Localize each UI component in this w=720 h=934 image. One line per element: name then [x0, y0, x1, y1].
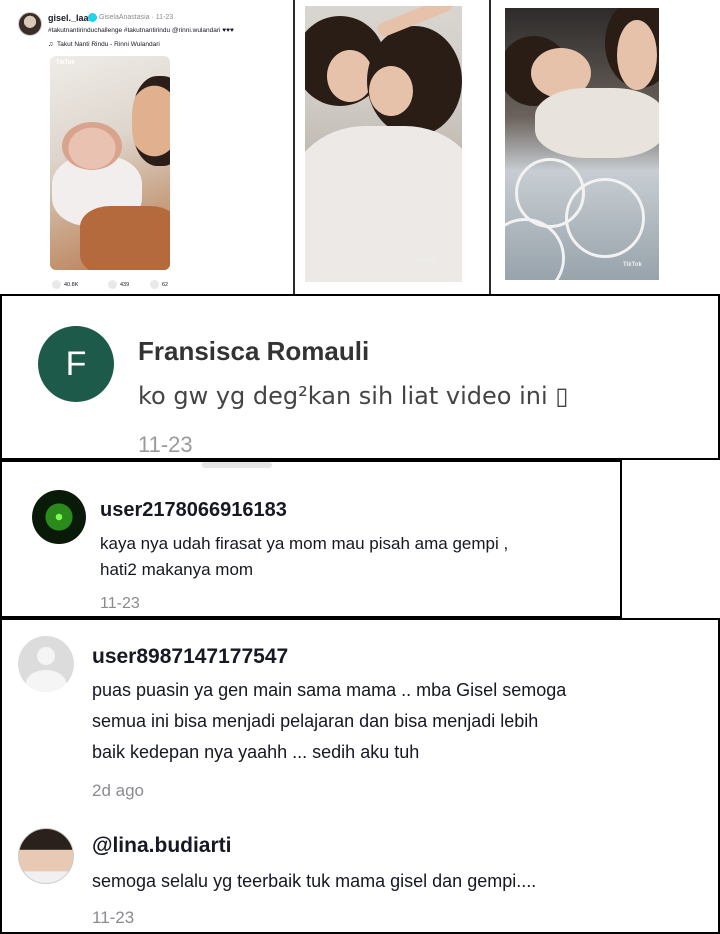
- comment-text-line: semua ini bisa menjadi pelajaran dan bis…: [92, 711, 539, 731]
- heart-icon[interactable]: [52, 280, 61, 289]
- like-count: 40.8K: [64, 282, 79, 288]
- video-frame-2: TikTok: [491, 0, 720, 294]
- share-count: 62: [162, 282, 169, 288]
- avatar[interactable]: F: [38, 326, 114, 402]
- share-icon[interactable]: [150, 280, 159, 289]
- face-shape: [327, 50, 373, 102]
- avatar-initial: F: [65, 344, 87, 383]
- comment-date: 11-23: [100, 595, 140, 612]
- comment-item: F Fransisca Romauli ko gw yg deg²kan sih…: [0, 294, 720, 460]
- verified-icon: [88, 13, 97, 22]
- comment-text-line: baik kedepan nya yaahh ... sedih aku tuh: [92, 742, 420, 762]
- comment-count: 439: [120, 282, 130, 288]
- comment-list: user8987147177547 puas puasin ya gen mai…: [0, 618, 720, 934]
- face-shape: [617, 20, 657, 90]
- tiktok-watermark: TikTok: [623, 262, 642, 268]
- divider: [202, 462, 272, 468]
- body-shape: [80, 206, 170, 270]
- user-icon: [26, 670, 66, 692]
- comment-username[interactable]: @lina.budiarti: [92, 834, 231, 858]
- sheet-shape: [535, 88, 659, 158]
- avatar[interactable]: [32, 490, 86, 544]
- user-icon: [37, 647, 55, 665]
- video-thumbnail[interactable]: TikTok: [505, 8, 659, 280]
- video-thumbnail[interactable]: TikTok: [305, 6, 462, 282]
- tiktok-post: gisel._laaa GiselaAnastasia · 11-23 #tak…: [0, 0, 293, 294]
- post-music[interactable]: Takut Nanti Rindu - Rinni Wulandari: [57, 41, 160, 48]
- comment-text-line: kaya nya udah firasat ya mom mau pisah a…: [100, 534, 509, 553]
- comment-date: 11-23: [92, 908, 135, 927]
- comment-date: 2d ago: [92, 781, 144, 800]
- comment-text-line: semoga selalu yg teerbaik tuk mama gisel…: [92, 871, 537, 891]
- avatar[interactable]: [18, 636, 74, 692]
- pattern-shape: [565, 178, 645, 258]
- comment-date: 11-23: [138, 432, 193, 457]
- mother-shape: [132, 76, 170, 166]
- video-collage: gisel._laaa GiselaAnastasia · 11-23 #tak…: [0, 0, 720, 294]
- post-username[interactable]: gisel._laaa: [48, 13, 94, 23]
- sheet-shape: [305, 126, 462, 282]
- avatar[interactable]: [18, 828, 74, 884]
- face-shape: [369, 66, 413, 116]
- post-handle: GiselaAnastasia · 11-23: [99, 14, 174, 21]
- post-caption: #takutnantirinduchallenge #takutnantirin…: [48, 27, 234, 34]
- tiktok-watermark: TikTok: [417, 258, 436, 264]
- comment-username[interactable]: Fransisca Romauli: [138, 336, 369, 367]
- comment-username[interactable]: user2178066916183: [100, 499, 287, 522]
- comment-text-line: hati2 makanya mom: [100, 560, 254, 579]
- comment-text-line: puas puasin ya gen main sama mama .. mba…: [92, 680, 567, 700]
- comment-icon[interactable]: [108, 280, 117, 289]
- music-note-icon: ♫: [48, 41, 54, 48]
- baby-shape: [62, 122, 122, 170]
- video-thumbnail[interactable]: TikTok: [50, 56, 170, 270]
- comment-item: user2178066916183 kaya nya udah firasat …: [0, 460, 622, 618]
- comment-text: ko gw yg deg²kan sih liat video ini ▯: [138, 382, 569, 410]
- tiktok-watermark: TikTok: [56, 60, 75, 66]
- avatar[interactable]: [18, 12, 42, 36]
- video-frame-1: TikTok: [295, 0, 489, 294]
- comment-username[interactable]: user8987147177547: [92, 645, 288, 669]
